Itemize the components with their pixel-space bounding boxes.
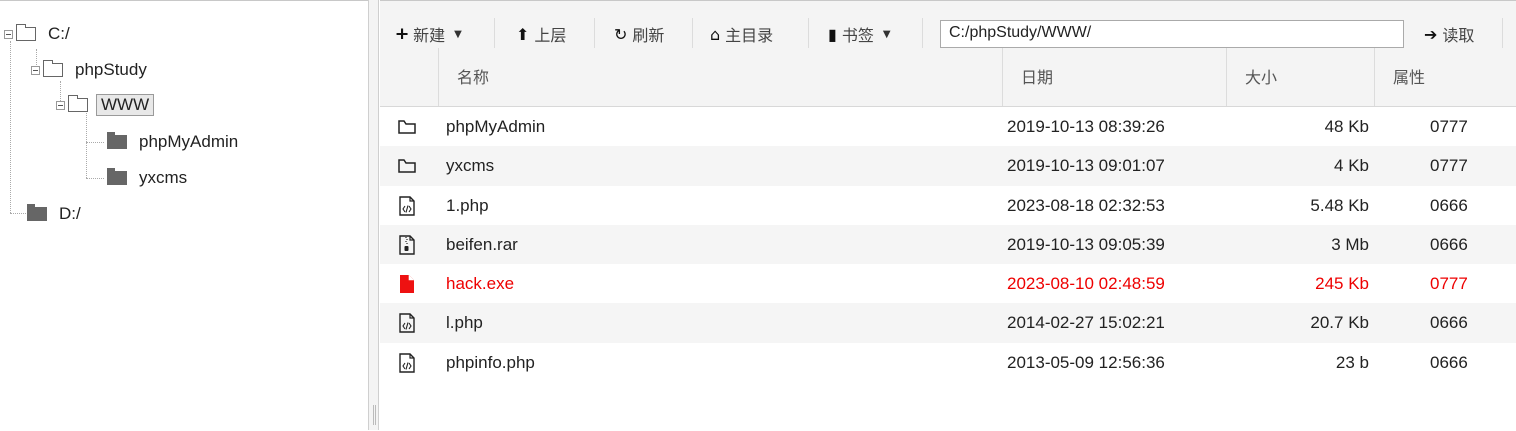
bookmark-icon: ▮ [828,24,837,44]
file-size: 23 b [1335,352,1369,372]
panel-splitter[interactable] [368,0,379,430]
bookmark-button[interactable]: ▮ 书签 ▼ [828,22,891,46]
file-date: 2023-08-10 02:48:59 [1007,274,1165,294]
up-button-label: 上层 [534,26,567,45]
tree-node-phpmyadmin[interactable]: phpMyAdmin [107,130,242,154]
tree-node-www[interactable]: WWW [56,93,155,117]
file-size: 4 Kb [1334,156,1369,176]
column-header-size[interactable]: 大小 [1226,48,1374,106]
file-size: 245 Kb [1315,274,1369,294]
column-header-attr[interactable]: 属性 [1374,48,1516,106]
file-table-header: 名称 日期 大小 属性 [380,48,1516,107]
file-size: 3 Mb [1331,234,1369,254]
read-button[interactable]: ➔ 读取 [1424,22,1474,46]
folder-open-icon [43,60,63,77]
file-name[interactable]: yxcms [446,146,494,185]
folder-icon [398,117,416,137]
folder-icon [27,204,47,221]
table-row[interactable]: hack.exe 2023-08-10 02:48:59 245 Kb 0777 [380,264,1516,303]
collapse-icon[interactable] [4,29,13,39]
refresh-button-label: 刷新 [632,26,665,45]
column-header-date[interactable]: 日期 [1002,48,1226,106]
table-row[interactable]: phpinfo.php 2013-05-09 12:56:36 23 b 0666 [380,343,1516,382]
red-file-icon [398,274,416,294]
file-size: 5.48 Kb [1310,195,1369,215]
file-size: 48 Kb [1324,117,1369,136]
code-file-icon [398,313,416,334]
file-attr: 0777 [1430,117,1468,136]
file-name[interactable]: 1.php [446,186,489,225]
table-row[interactable]: phpMyAdmin 2019-10-13 08:39:26 48 Kb 0777 [380,107,1516,146]
home-button-label: 主目录 [725,26,774,45]
refresh-icon: ↻ [614,24,628,44]
tree-node-yxcms[interactable]: yxcms [107,166,191,190]
file-date: 2013-05-09 12:56:36 [1007,352,1165,372]
tree-node-label: phpMyAdmin [139,132,239,151]
arrow-right-icon: ➔ [1424,24,1438,44]
plus-circle-icon: ➕︎ [396,24,409,43]
file-date: 2014-02-27 15:02:21 [1007,313,1165,333]
table-row[interactable]: yxcms 2019-10-13 09:01:07 4 Kb 0777 [380,146,1516,186]
table-row[interactable]: beifen.rar 2019-10-13 09:05:39 3 Mb 0666 [380,224,1516,265]
directory-tree: C:/ phpStudy WWW phpMyAdmin yxcms D:/ [0,0,368,431]
refresh-button[interactable]: ↻ 刷新 [614,22,664,46]
file-date: 2019-10-13 09:05:39 [1007,234,1165,254]
file-name[interactable]: hack.exe [446,264,514,303]
folder-open-icon [16,24,36,41]
read-button-label: 读取 [1442,26,1475,45]
caret-down-icon: ▼ [882,28,891,40]
file-attr: 0666 [1430,313,1468,333]
column-header-name[interactable]: 名称 [438,48,1002,106]
new-button-label: 新建 [413,26,446,45]
folder-icon [107,132,127,149]
file-date: 2019-10-13 09:01:07 [1007,156,1165,176]
folder-icon [107,168,127,185]
collapse-icon[interactable] [31,65,40,75]
collapse-icon[interactable] [56,100,65,110]
tree-node-d[interactable]: D:/ [27,202,85,226]
tree-node-label: D:/ [59,204,81,223]
file-list: phpMyAdmin 2019-10-13 08:39:26 48 Kb 0777 yx… [380,107,1516,382]
tree-node-label: phpStudy [75,60,147,79]
file-attr: 0666 [1430,352,1468,372]
folder-icon [398,156,416,176]
new-button[interactable]: ➕︎ 新建 ▼ [396,22,462,46]
file-attr: 0777 [1430,274,1468,294]
file-name[interactable]: beifen.rar [446,225,518,264]
file-date: 2023-08-18 02:32:53 [1007,195,1165,215]
code-file-icon [398,353,416,373]
bookmark-button-label: 书签 [841,26,874,45]
caret-down-icon: ▼ [454,28,462,40]
file-attr: 0777 [1430,156,1468,176]
tree-node-label: WWW [96,94,155,116]
tree-node-label: C:/ [48,24,70,43]
tree-node-c[interactable]: C:/ [4,22,74,46]
folder-open-icon [68,95,88,112]
file-attr: 0666 [1430,234,1468,254]
home-button[interactable]: ⌂ 主目录 [710,22,773,46]
code-file-icon [398,195,416,216]
arrow-up-icon: ⬆ [516,24,530,44]
tree-node-label: yxcms [139,168,188,187]
home-icon: ⌂ [710,24,721,44]
file-date: 2019-10-13 08:39:26 [1007,117,1165,136]
up-button[interactable]: ⬆ 上层 [516,22,566,46]
file-name[interactable]: l.php [446,303,483,342]
file-name[interactable]: phpinfo.php [446,343,535,382]
file-size: 20.7 Kb [1310,313,1369,333]
table-row[interactable]: 1.php 2023-08-18 02:32:53 5.48 Kb 0666 [380,186,1516,225]
table-row[interactable]: l.php 2014-02-27 15:02:21 20.7 Kb 0666 [380,303,1516,343]
file-attr: 0666 [1430,195,1468,215]
path-input[interactable]: C:/phpStudy/WWW/ [940,20,1404,48]
tree-node-phpstudy[interactable]: phpStudy [31,58,151,82]
file-name[interactable]: phpMyAdmin [446,107,545,146]
archive-file-icon [398,235,416,255]
